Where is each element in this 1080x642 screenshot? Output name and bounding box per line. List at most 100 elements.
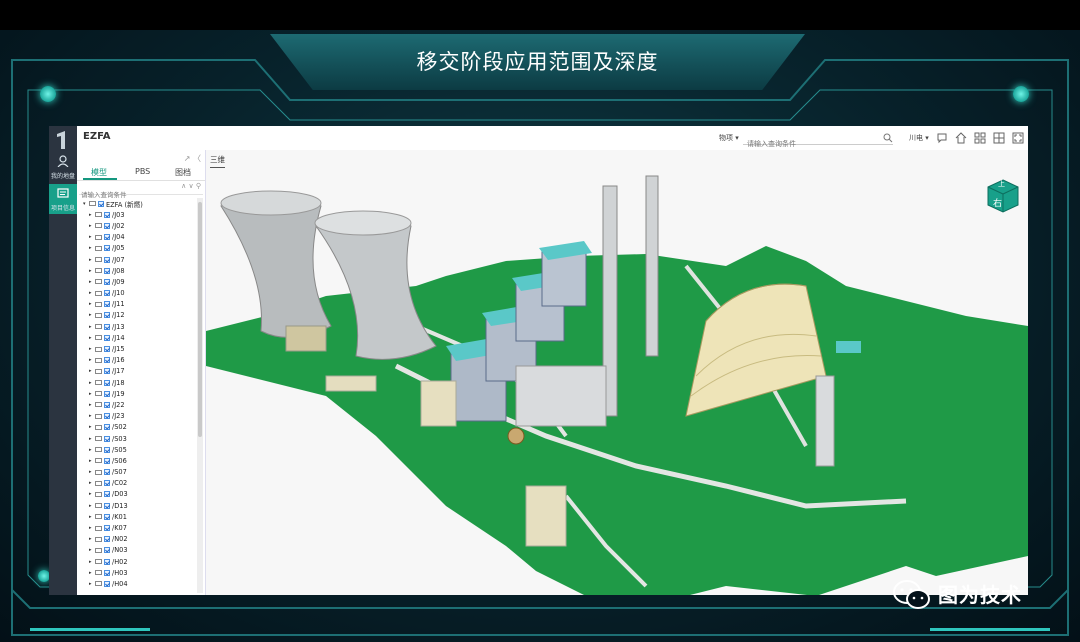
visibility-checkbox[interactable] [104, 547, 110, 554]
3d-viewport[interactable]: 三维 上 右 [206, 150, 1028, 595]
tree-row[interactable]: ▸/J10 [83, 288, 195, 299]
comment-icon[interactable] [936, 132, 948, 144]
tree-scrollbar-thumb[interactable] [198, 202, 202, 437]
fullscreen-icon[interactable] [1012, 132, 1024, 144]
visibility-checkbox[interactable] [104, 390, 110, 397]
tree-row[interactable]: ▸/J18 [83, 377, 195, 388]
visibility-checkbox[interactable] [104, 256, 110, 263]
tree-row[interactable]: ▸/J19 [83, 388, 195, 399]
tree-row[interactable]: ▸/S03 [83, 433, 195, 444]
search-icon[interactable] [883, 133, 893, 143]
visibility-checkbox[interactable] [104, 580, 110, 587]
tab-drawings[interactable]: 图档 [175, 167, 191, 178]
tree-row[interactable]: ▸/J09 [83, 276, 195, 287]
tree-row-label: /J17 [112, 367, 125, 376]
tree-row[interactable]: ▸/S06 [83, 455, 195, 466]
visibility-checkbox[interactable] [104, 435, 110, 442]
tree-row[interactable]: ▸/J16 [83, 355, 195, 366]
visibility-checkbox[interactable] [104, 222, 110, 229]
tab-pbs[interactable]: PBS [135, 167, 150, 176]
tree-row[interactable]: ▸/H04 [83, 578, 195, 589]
tree-row[interactable]: ▸/J04 [83, 232, 195, 243]
visibility-checkbox[interactable] [104, 368, 110, 375]
visibility-checkbox[interactable] [104, 401, 110, 408]
tree-row[interactable]: ▸/J13 [83, 321, 195, 332]
tree-row[interactable]: ▸/D13 [83, 500, 195, 511]
panel-tools[interactable]: ↗ 〈 [184, 153, 201, 164]
tree-row[interactable]: ▸/J22 [83, 399, 195, 410]
layout-icon[interactable] [993, 132, 1005, 144]
search-category-dropdown[interactable]: 物项 ▾ [719, 133, 739, 143]
visibility-checkbox[interactable] [104, 312, 110, 319]
user-menu[interactable]: 川电 ▾ [909, 133, 929, 143]
visibility-checkbox[interactable] [104, 234, 110, 241]
global-search-input[interactable] [743, 138, 887, 150]
visibility-checkbox[interactable] [104, 513, 110, 520]
visibility-checkbox[interactable] [104, 211, 110, 218]
aux-building-1 [420, 380, 457, 427]
tree-row[interactable]: ▸/J23 [83, 411, 195, 422]
panel-tabs: 模型 PBS 图档 [77, 164, 205, 181]
tree-row[interactable]: ▾ EZFA (新燃) [83, 198, 195, 209]
visibility-checkbox[interactable] [104, 357, 110, 364]
tree-search-tools[interactable]: ∧ ∨ ⚲ [181, 182, 201, 190]
visibility-checkbox[interactable] [104, 334, 110, 341]
tree-row[interactable]: ▸/H02 [83, 556, 195, 567]
tree-row[interactable]: ▸/J08 [83, 265, 195, 276]
rail-item-project-info[interactable]: 项目信息 [49, 184, 77, 214]
visibility-checkbox[interactable] [104, 278, 110, 285]
tab-model[interactable]: 模型 [91, 167, 107, 178]
visibility-checkbox[interactable] [104, 525, 110, 532]
visibility-checkbox[interactable] [104, 379, 110, 386]
tree-row[interactable]: ▸/J17 [83, 366, 195, 377]
tree-row[interactable]: ▸/J03 [83, 209, 195, 220]
visibility-checkbox[interactable] [98, 200, 104, 207]
tree-row[interactable]: ▸/J11 [83, 299, 195, 310]
visibility-checkbox[interactable] [104, 290, 110, 297]
folder-icon [95, 436, 102, 442]
folder-icon [95, 547, 102, 553]
tree-row[interactable]: ▸/J02 [83, 220, 195, 231]
tree-row[interactable]: ▸/J07 [83, 254, 195, 265]
tree-row-label: /N03 [112, 546, 128, 555]
tree-row-label: /H02 [112, 557, 128, 566]
tree-row[interactable]: ▸/S07 [83, 467, 195, 478]
grid-view-icon[interactable] [974, 132, 986, 144]
visibility-checkbox[interactable] [104, 301, 110, 308]
visibility-checkbox[interactable] [104, 491, 110, 498]
visibility-checkbox[interactable] [104, 413, 110, 420]
tree-row[interactable]: ▸/H03 [83, 567, 195, 578]
home-icon[interactable] [955, 132, 967, 144]
visibility-checkbox[interactable] [104, 536, 110, 543]
visibility-checkbox[interactable] [104, 480, 110, 487]
visibility-checkbox[interactable] [104, 558, 110, 565]
rail-item-my-space[interactable]: 我的地盘 [49, 152, 77, 182]
tree-row[interactable]: ▸/S02 [83, 422, 195, 433]
folder-icon [95, 514, 102, 520]
tree-row[interactable]: ▸/S05 [83, 444, 195, 455]
tree-row[interactable]: ▸/J05 [83, 243, 195, 254]
visibility-checkbox[interactable] [104, 502, 110, 509]
tree-row[interactable]: ▸/C02 [83, 478, 195, 489]
model-tree-panel: ↗ 〈 模型 PBS 图档 ∧ ∨ ⚲ ▾EZFA (新燃)▸/J03▸/J02… [77, 150, 206, 595]
visibility-checkbox[interactable] [104, 569, 110, 576]
visibility-checkbox[interactable] [104, 323, 110, 330]
tree-row[interactable]: ▸/J15 [83, 343, 195, 354]
cooling-tower-1 [220, 195, 332, 338]
tree-row[interactable]: ▸/N03 [83, 545, 195, 556]
tree-row[interactable]: ▸/D03 [83, 489, 195, 500]
visibility-checkbox[interactable] [104, 346, 110, 353]
tree-row[interactable]: ▸/K07 [83, 522, 195, 533]
visibility-checkbox[interactable] [104, 424, 110, 431]
tree-row[interactable]: ▸/J12 [83, 310, 195, 321]
visibility-checkbox[interactable] [104, 245, 110, 252]
visibility-checkbox[interactable] [104, 469, 110, 476]
tree-row[interactable]: ▸/J14 [83, 332, 195, 343]
visibility-checkbox[interactable] [104, 457, 110, 464]
tree-row[interactable]: ▸/K01 [83, 511, 195, 522]
tree-row[interactable]: ▸/N02 [83, 534, 195, 545]
folder-icon [95, 413, 102, 419]
visibility-checkbox[interactable] [104, 267, 110, 274]
model-tree: ▾ EZFA (新燃) ▸/J03 ▸/J02 ▸/J04 ▸/J05 ▸/J07 ▸/J08… [83, 198, 195, 593]
visibility-checkbox[interactable] [104, 446, 110, 453]
